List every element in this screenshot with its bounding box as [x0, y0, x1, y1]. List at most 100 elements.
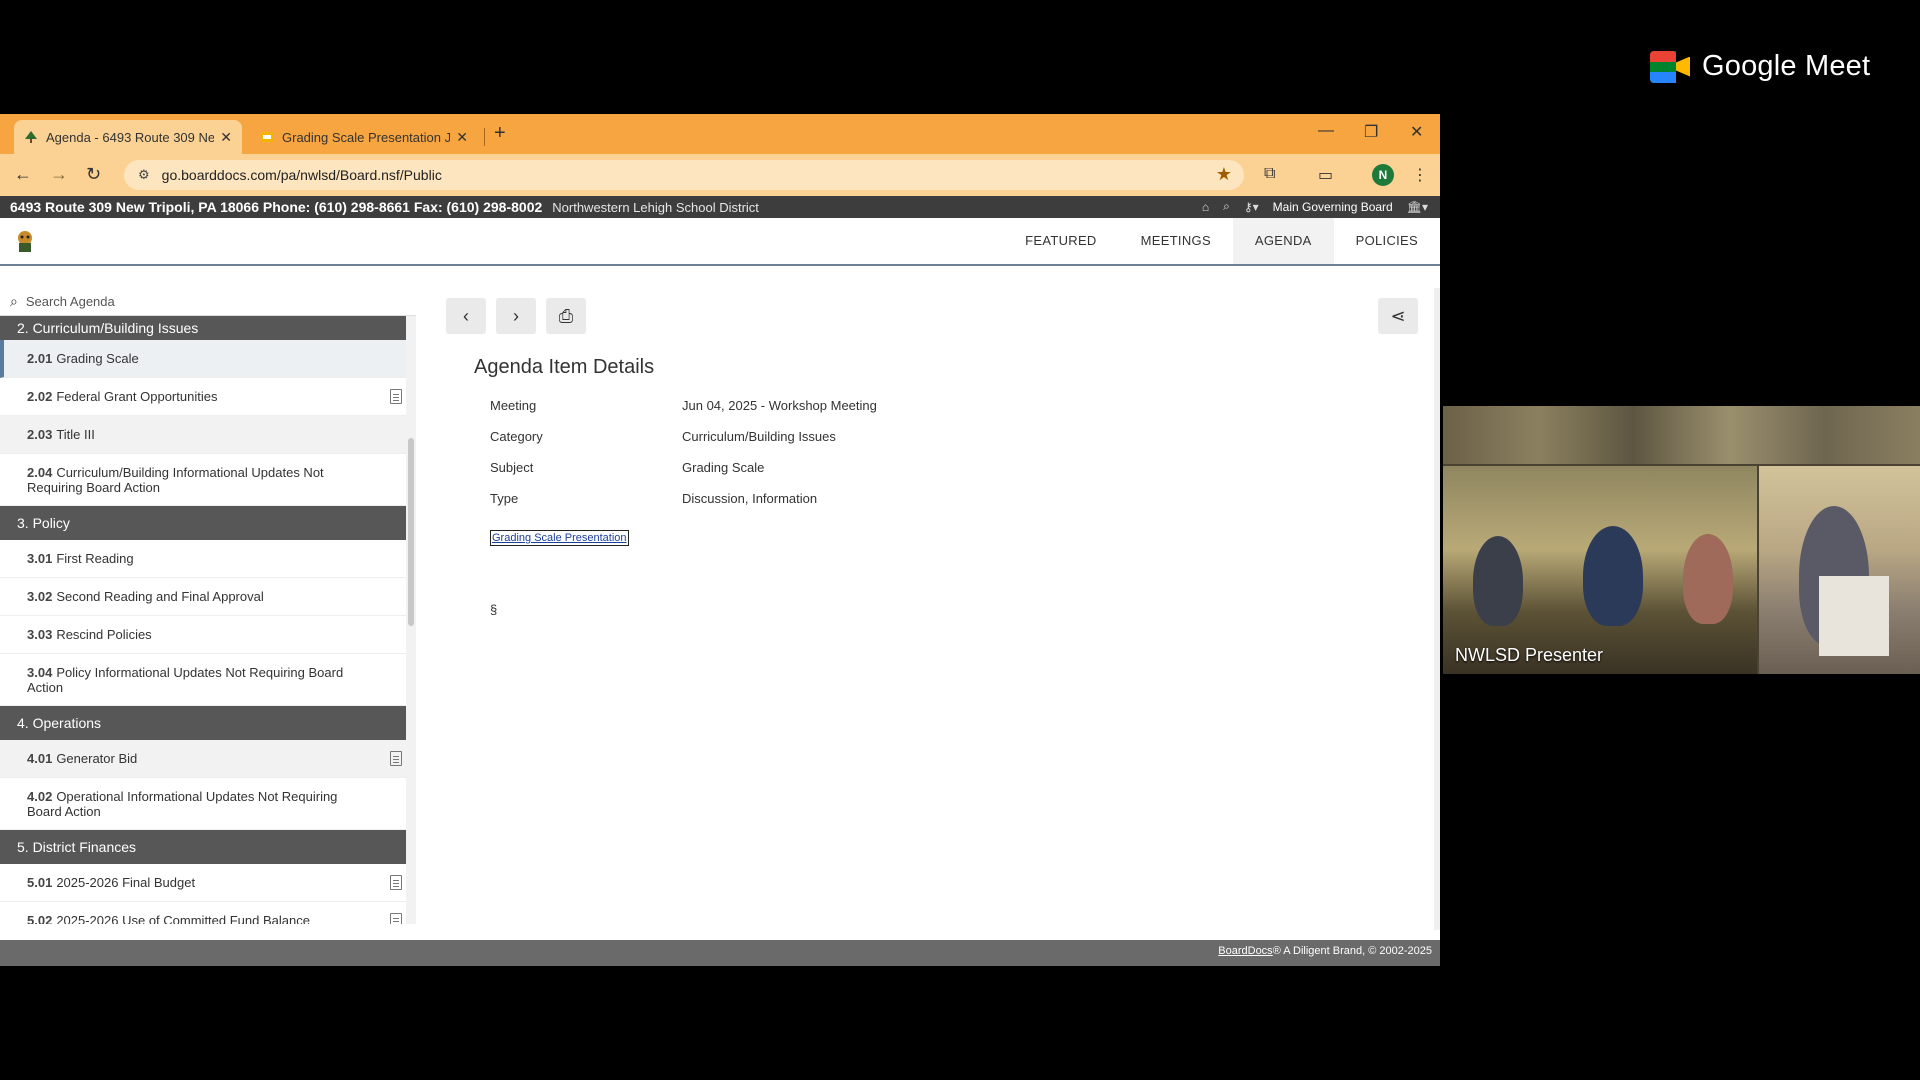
slides-favicon-icon: [261, 132, 273, 142]
list-item[interactable]: 3.02 Second Reading and Final Approval: [0, 578, 406, 616]
boarddocs-nav: FEATURED MEETINGS AGENDA POLICIES: [0, 218, 1440, 266]
list-item[interactable]: 5.02 2025-2026 Use of Committed Fund Bala…: [0, 902, 406, 924]
search-icon: ⌕: [10, 293, 18, 309]
google-meet-title: Google Meet: [1702, 50, 1871, 82]
tab-separator: [484, 128, 485, 146]
document-icon[interactable]: [390, 750, 402, 766]
organization-address: 6493 Route 309 New Tripoli, PA 18066 Pho…: [10, 199, 543, 215]
footer-copyright: ® A Diligent Brand, © 2002-2025: [1272, 945, 1432, 957]
section-header[interactable]: 3. Policy: [0, 506, 406, 540]
boarddocs-header-bar: 6493 Route 309 New Tripoli, PA 18066 Pho…: [0, 196, 1440, 218]
agenda-item-details-panel: ‹ › ⎙ ⋖ Agenda Item Details Meeting Jun 0…: [416, 288, 1434, 930]
meeting-video-tile[interactable]: NWLSD Presenter: [1443, 406, 1920, 674]
document-icon[interactable]: [390, 912, 402, 924]
new-tab-icon[interactable]: +: [494, 122, 506, 145]
tab-strip: Agenda - 6493 Route 309 New ✕ Grading Sc…: [0, 114, 1440, 154]
list-item[interactable]: 3.04 Policy Informational Updates Not Req…: [0, 654, 406, 706]
tab-agenda[interactable]: Agenda - 6493 Route 309 New ✕: [14, 120, 242, 154]
reload-icon[interactable]: ↻: [86, 164, 101, 185]
search-agenda-input[interactable]: Search Agenda: [26, 294, 115, 309]
page-title: Agenda Item Details: [474, 356, 655, 378]
detail-row-type: Type Discussion, Information: [490, 491, 818, 506]
item-toolbar: ‹ › ⎙: [446, 298, 586, 334]
extensions-icon[interactable]: ⧉: [1264, 165, 1275, 183]
print-button[interactable]: ⎙: [546, 298, 586, 334]
minimize-icon[interactable]: —: [1318, 122, 1334, 140]
list-item[interactable]: 4.01 Generator Bid: [0, 740, 406, 778]
close-tab-icon[interactable]: ✕: [456, 129, 468, 146]
home-icon[interactable]: ⌂: [1202, 200, 1209, 214]
nav-tabs: FEATURED MEETINGS AGENDA POLICIES: [1003, 218, 1440, 264]
google-meet-logo-icon: [1650, 50, 1690, 83]
user-lock-icon[interactable]: ⚷▾: [1244, 200, 1259, 214]
tab-grading-scale-presentation[interactable]: Grading Scale Presentation Jun ✕: [250, 120, 478, 154]
back-icon[interactable]: ←: [14, 164, 32, 185]
list-item[interactable]: 3.01 First Reading: [0, 540, 406, 578]
screen: Google Meet Agenda - 6493 Route 309 New …: [0, 0, 1920, 1080]
url-text[interactable]: go.boarddocs.com/pa/nwlsd/Board.nsf/Publ…: [162, 167, 442, 183]
tab-meetings[interactable]: MEETINGS: [1119, 218, 1233, 264]
list-item[interactable]: 2.02 Federal Grant Opportunities: [0, 378, 406, 416]
board-selector[interactable]: Main Governing Board: [1273, 200, 1393, 214]
previous-item-button[interactable]: ‹: [446, 298, 486, 334]
list-item[interactable]: 3.03 Rescind Policies: [0, 616, 406, 654]
google-meet-brand: Google Meet: [1650, 50, 1870, 83]
tab-agenda-nav[interactable]: AGENDA: [1232, 218, 1334, 264]
boarddocs-link[interactable]: BoardDocs: [1218, 945, 1272, 957]
building-icon[interactable]: 🏛▾: [1407, 200, 1428, 214]
detail-row-meeting: Meeting Jun 04, 2025 - Workshop Meeting: [490, 398, 877, 413]
print-icon: ⎙: [558, 305, 574, 326]
search-agenda[interactable]: ⌕ Search Agenda: [0, 288, 416, 316]
close-tab-icon[interactable]: ✕: [220, 129, 232, 146]
forward-icon[interactable]: →: [50, 164, 68, 185]
site-settings-icon[interactable]: ⚙: [138, 167, 150, 183]
share-icon: ⋖: [1390, 305, 1406, 326]
share-button[interactable]: ⋖: [1378, 298, 1418, 334]
district-name: Northwestern Lehigh School District: [552, 199, 759, 215]
detail-row-subject: Subject Grading Scale: [490, 460, 765, 475]
section-header[interactable]: 5. District Finances: [0, 830, 406, 864]
browser-window: Agenda - 6493 Route 309 New ✕ Grading Sc…: [0, 114, 1440, 966]
document-icon[interactable]: [390, 874, 402, 890]
chevron-right-icon: ›: [513, 305, 519, 326]
main-scrollbar[interactable]: [1434, 288, 1440, 930]
paragraph-mark: §: [490, 602, 498, 617]
tab-title: Grading Scale Presentation Jun: [282, 129, 451, 145]
agenda-sidebar: ⌕ Search Agenda 2. Curriculum/Building I…: [0, 288, 416, 930]
list-item[interactable]: 2.03 Title III: [0, 416, 406, 454]
district-mascot-logo-icon: [18, 231, 32, 252]
close-window-icon[interactable]: ✕: [1410, 122, 1423, 142]
document-icon[interactable]: [390, 388, 402, 404]
board-members-video: [1443, 466, 1757, 674]
attachment-link[interactable]: Grading Scale Presentation: [490, 530, 629, 546]
menu-kebab-icon[interactable]: ⋮: [1412, 165, 1428, 185]
scrollbar-thumb[interactable]: [408, 438, 414, 626]
presenter-name: NWLSD Presenter: [1455, 645, 1604, 665]
search-icon[interactable]: ⌕: [1223, 199, 1230, 214]
room-camera-strip: [1443, 406, 1920, 464]
next-item-button[interactable]: ›: [496, 298, 536, 334]
agenda-list: 2. Curriculum/Building Issues 2.01 Gradin…: [0, 316, 406, 924]
section-header[interactable]: 2. Curriculum/Building Issues: [0, 316, 406, 340]
restore-icon[interactable]: ❐: [1364, 122, 1378, 142]
speaker-video: [1759, 466, 1920, 674]
tab-title: Agenda - 6493 Route 309 New: [46, 129, 215, 145]
omnibox[interactable]: ⚙ go.boarddocs.com/pa/nwlsd/Board.nsf/Pu…: [124, 160, 1244, 190]
list-item[interactable]: 2.01 Grading Scale: [0, 340, 406, 378]
list-item[interactable]: 4.02 Operational Informational Updates No…: [0, 778, 406, 830]
sidebar-scrollbar[interactable]: [406, 316, 416, 924]
tab-policies[interactable]: POLICIES: [1334, 218, 1440, 264]
chevron-left-icon: ‹: [463, 305, 469, 326]
tree-favicon-icon: [25, 131, 37, 143]
tab-featured[interactable]: FEATURED: [1003, 218, 1119, 264]
address-bar-row: ← → ↻ ⚙ go.boarddocs.com/pa/nwlsd/Board.…: [0, 154, 1440, 196]
section-header[interactable]: 4. Operations: [0, 706, 406, 740]
detail-row-category: Category Curriculum/Building Issues: [490, 429, 836, 444]
profile-avatar[interactable]: N: [1372, 164, 1394, 186]
bookmark-star-icon[interactable]: ★: [1216, 164, 1232, 185]
header-tools: ⌂ ⌕ ⚷▾ Main Governing Board 🏛▾: [1202, 199, 1428, 214]
list-item[interactable]: 2.04 Curriculum/Building Informational Up…: [0, 454, 406, 506]
list-item[interactable]: 5.01 2025-2026 Final Budget: [0, 864, 406, 902]
footer: BoardDocs® A Diligent Brand, © 2002-2025: [0, 940, 1440, 966]
cast-icon[interactable]: ▭: [1318, 165, 1333, 185]
